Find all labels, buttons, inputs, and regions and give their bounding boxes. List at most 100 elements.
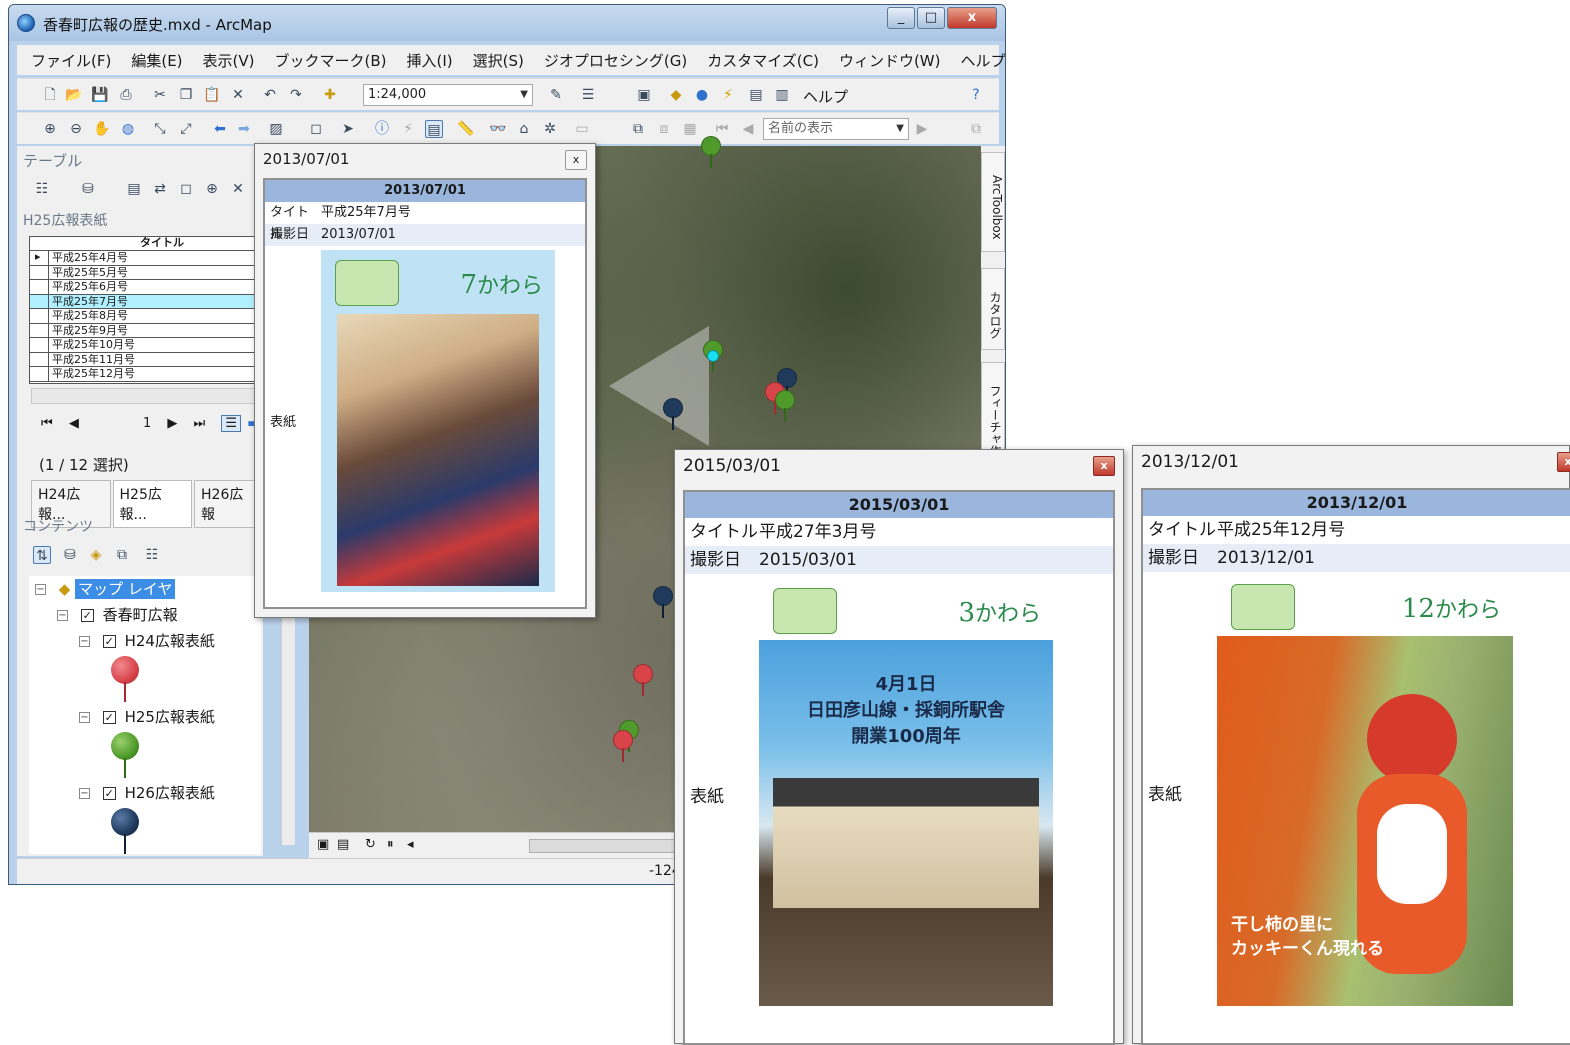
layer-icon[interactable]: ⧉	[629, 120, 647, 138]
collapse-icon[interactable]: −	[57, 610, 68, 621]
table-row-selected[interactable]: 平成25年7月号	[30, 294, 264, 309]
menu-help[interactable]: ヘルプ(H)	[961, 50, 1006, 71]
print-icon[interactable]: ⎙	[117, 86, 135, 104]
layer-visibility-checkbox[interactable]: ✓	[80, 609, 94, 622]
overview-icon[interactable]: ⧉	[967, 120, 985, 138]
show-all-records-icon[interactable]: ☰	[221, 415, 242, 432]
tab-arctoolbox[interactable]: ArcToolbox	[981, 152, 1005, 252]
layout-view-icon[interactable]: ▤	[337, 837, 349, 852]
group-layer-name[interactable]: 香春町広報	[103, 606, 178, 624]
pan-hand-icon[interactable]: ✋	[93, 120, 111, 138]
arcglobe-icon[interactable]: ●	[693, 86, 711, 104]
redo-icon[interactable]: ↷	[287, 86, 305, 104]
selected-feature-marker[interactable]	[707, 350, 719, 362]
select-by-attributes-icon[interactable]: ▤	[125, 180, 143, 198]
delete-icon[interactable]: ✕	[229, 86, 247, 104]
layer-visibility-checkbox[interactable]: ✓	[102, 635, 116, 648]
menu-window[interactable]: ウィンドウ(W)	[839, 50, 941, 71]
table-of-contents-icon[interactable]: ☰	[579, 86, 597, 104]
editor-toolbar-icon[interactable]: ✎	[547, 86, 565, 104]
whats-this-icon[interactable]: ?	[967, 86, 985, 104]
list-by-source-icon[interactable]: ⛁	[61, 546, 79, 564]
tab-h25[interactable]: H25広報...	[112, 480, 193, 528]
menu-edit[interactable]: 編集(E)	[131, 50, 182, 71]
options-icon[interactable]: ☷	[143, 546, 161, 564]
select-features-icon[interactable]: ▨	[267, 120, 285, 138]
html-popup-icon[interactable]: ▤	[425, 120, 443, 138]
table-row[interactable]: 平成25年6月号	[30, 280, 264, 295]
delete-selected-icon[interactable]: ✕	[229, 180, 247, 198]
switch-selection-icon[interactable]: ⇄	[151, 180, 169, 198]
menu-file[interactable]: ファイル(F)	[31, 50, 111, 71]
column-header-title[interactable]: タイトル	[30, 237, 264, 251]
find-binoculars-icon[interactable]: 👓	[489, 120, 507, 138]
undo-icon[interactable]: ↶	[261, 86, 279, 104]
table-horizontal-scrollbar[interactable]	[31, 388, 263, 404]
copy-icon[interactable]: ❐	[177, 86, 195, 104]
cut-icon[interactable]: ✂	[151, 86, 169, 104]
layout-icon[interactable]: ⧈	[655, 120, 673, 138]
back-arrow-icon[interactable]: ⬅	[211, 120, 229, 138]
fixed-zoom-in-icon[interactable]: ⤡	[151, 120, 169, 138]
measure-icon[interactable]: 📏	[457, 120, 475, 138]
select-elements-icon[interactable]: ➤	[339, 120, 357, 138]
open-folder-icon[interactable]: 📂	[65, 86, 83, 104]
previous-record-icon[interactable]: ◀	[69, 416, 79, 431]
table-row[interactable]: 平成25年11月号	[30, 352, 264, 367]
list-by-selection-icon[interactable]: ⧉	[113, 546, 131, 564]
tab-catalog[interactable]: カタログ	[981, 268, 1005, 350]
close-button[interactable]: x	[947, 7, 997, 29]
first-record-icon[interactable]: ⏮	[41, 416, 53, 431]
clear-table-selection-icon[interactable]: ◻	[177, 180, 195, 198]
full-extent-icon[interactable]: ◍	[119, 120, 137, 138]
hyperlink-icon[interactable]: ⚡	[399, 120, 417, 138]
table-options-icon[interactable]: ☷	[33, 180, 51, 198]
maximize-button[interactable]: □	[917, 7, 945, 29]
next-record-icon[interactable]: ▶	[167, 416, 177, 431]
table-row[interactable]: 平成25年5月号	[30, 265, 264, 280]
table-row[interactable]: 平成25年4月号	[30, 250, 264, 266]
display-name-combo[interactable]: 名前の表示 ▼	[763, 118, 909, 140]
new-document-icon[interactable]: 🗋	[41, 86, 59, 104]
popup-close-button[interactable]: x	[1557, 452, 1570, 472]
menu-customize[interactable]: カスタマイズ(C)	[707, 50, 819, 71]
title-bar[interactable]: 香春町広報の歴史.mxd - ArcMap _ □ x	[9, 5, 1005, 41]
map-layers-root[interactable]: マップ レイヤ	[75, 579, 176, 599]
clear-selection-icon[interactable]: ◻	[307, 120, 325, 138]
map-scale-combo[interactable]: 1:24,000 ▼	[363, 84, 533, 106]
data-view-icon[interactable]: ▣	[317, 837, 329, 852]
tab-h26[interactable]: H26広報	[194, 480, 261, 528]
related-tables-icon[interactable]: ⛁	[79, 180, 97, 198]
tab-feature-templates[interactable]: フィーチャ作	[981, 362, 1005, 462]
grid-icon[interactable]: ▦	[681, 120, 699, 138]
table-row[interactable]: 平成25年12月号	[30, 367, 264, 382]
popup-close-button[interactable]: x	[565, 150, 587, 170]
list-by-visibility-icon[interactable]: ◈	[87, 546, 105, 564]
add-data-icon[interactable]: ✚	[321, 86, 339, 104]
menu-bookmark[interactable]: ブックマーク(B)	[275, 50, 387, 71]
paste-icon[interactable]: 📋	[203, 86, 221, 104]
collapse-icon[interactable]: −	[79, 788, 90, 799]
search-window-icon[interactable]: ◆	[667, 86, 685, 104]
zoom-to-selected-icon[interactable]: ⊕	[203, 180, 221, 198]
catalog-window-icon[interactable]: ▣	[635, 86, 653, 104]
table-row[interactable]: 平成25年9月号	[30, 323, 264, 338]
map-pin-navy[interactable]	[663, 398, 683, 430]
zoom-in-icon[interactable]: ⊕	[41, 120, 59, 138]
fixed-zoom-out-icon[interactable]: ⤢	[177, 120, 195, 138]
layer-visibility-checkbox[interactable]: ✓	[102, 711, 116, 724]
go-to-xy-icon[interactable]: ✲	[541, 120, 559, 138]
table-row[interactable]: 平成25年8月号	[30, 309, 264, 324]
scroll-left-icon[interactable]: ◂	[407, 837, 414, 852]
menu-view[interactable]: 表示(V)	[203, 50, 255, 71]
map-pin-red[interactable]	[633, 664, 653, 696]
map-pin-green[interactable]	[775, 390, 795, 422]
menu-insert[interactable]: 挿入(I)	[407, 50, 453, 71]
list-by-drawing-order-icon[interactable]: ⇅	[33, 546, 51, 564]
map-pin-red[interactable]	[613, 730, 633, 762]
refresh-icon[interactable]: ↻	[365, 837, 376, 852]
map-pin-navy[interactable]	[653, 586, 673, 618]
save-icon[interactable]: 💾	[91, 86, 109, 104]
last-record-icon[interactable]: ⏭	[194, 416, 206, 431]
popup-close-button[interactable]: x	[1093, 456, 1115, 476]
